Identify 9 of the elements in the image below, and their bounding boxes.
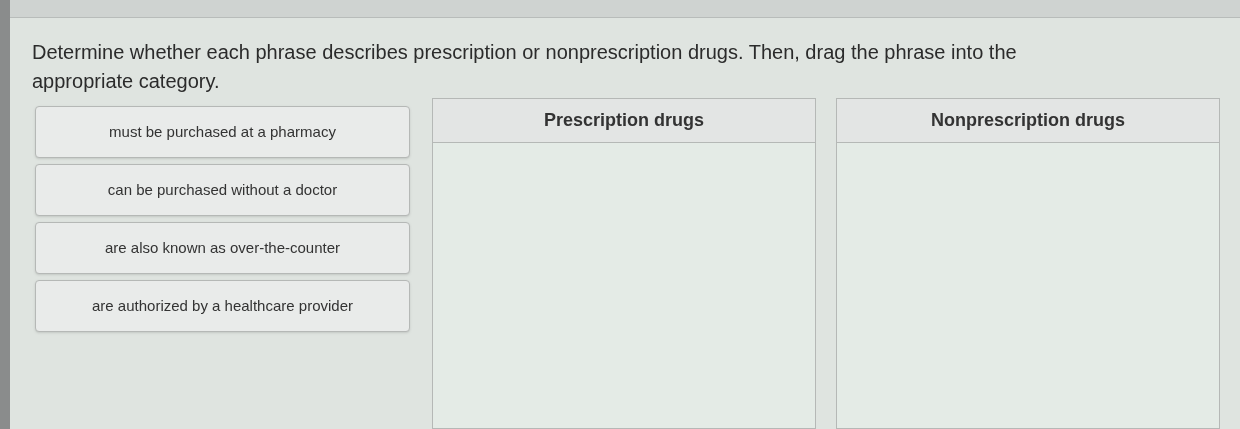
phrase-card[interactable]: must be purchased at a pharmacy bbox=[35, 106, 410, 158]
phrase-card[interactable]: can be purchased without a doctor bbox=[35, 164, 410, 216]
category-drop-zone[interactable]: Nonprescription drugs bbox=[836, 98, 1220, 429]
phrase-card[interactable]: are also known as over-the-counter bbox=[35, 222, 410, 274]
instruction-text: Determine whether each phrase describes prescription or nonprescription drugs. Then, drag the phrase into the appropriate category. bbox=[32, 40, 1018, 94]
category-title: Nonprescription drugs bbox=[837, 99, 1219, 143]
phrase-card[interactable]: are authorized by a healthcare provider bbox=[35, 280, 410, 332]
category-drop-zone[interactable]: Prescription drugs bbox=[432, 98, 816, 429]
category-title: Prescription drugs bbox=[433, 99, 815, 143]
